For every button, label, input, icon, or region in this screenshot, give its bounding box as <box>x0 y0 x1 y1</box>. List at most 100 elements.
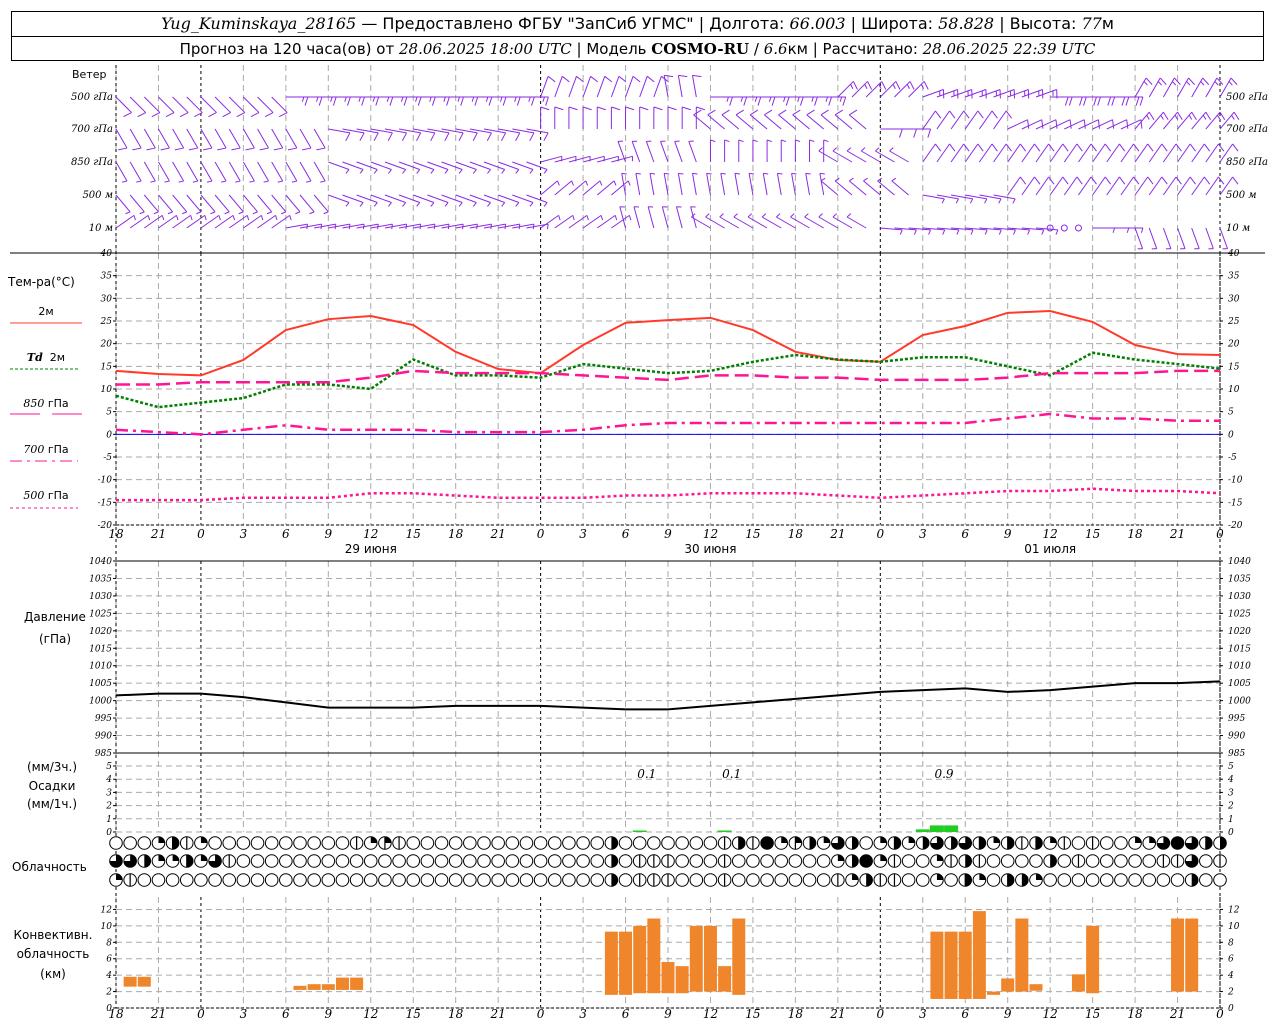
cloud-cover-icon <box>1156 854 1171 868</box>
wind-barb-staff <box>1148 227 1158 249</box>
wind-barb-staff <box>688 141 697 163</box>
wind-barb-staff <box>143 128 156 149</box>
wind-barb <box>922 143 942 163</box>
wind-barb-feather <box>400 96 404 102</box>
wind-barb-feather <box>818 213 823 218</box>
cloud-circle <box>774 873 789 887</box>
wind-barb-feather <box>281 211 287 215</box>
wind-barb-staff <box>172 214 191 229</box>
wind-barb-feather <box>1055 229 1059 235</box>
cloud-cover-icon <box>349 854 364 868</box>
wind-barb <box>143 96 161 118</box>
cloud-cover-icon <box>236 873 251 887</box>
wind-barb-feather <box>891 177 897 182</box>
convective-bar <box>350 977 364 990</box>
cloud-cover-icon <box>420 873 435 887</box>
wind-barb-feather <box>1139 96 1144 106</box>
legend-2m-label: 2м <box>38 305 54 318</box>
time-label-bottom: 6 <box>622 1007 630 1021</box>
wind-barb-feather <box>1062 176 1069 185</box>
wind-barb-feather <box>1200 81 1205 86</box>
wind-barb-feather <box>571 180 574 186</box>
wind-barb <box>625 106 635 129</box>
precip-sum-label: 0.1 <box>637 767 656 781</box>
wind-barb-feather <box>277 180 283 183</box>
cloud-circle <box>208 836 222 850</box>
cloud-circle <box>137 836 152 850</box>
cloud-cover-icon <box>1029 836 1043 850</box>
wind-barb-feather <box>429 96 432 102</box>
wind-barb <box>681 106 691 129</box>
wind-barb-feather <box>892 84 896 89</box>
wind-barb-feather <box>639 106 649 111</box>
wind-barb-feather <box>693 109 702 116</box>
wind-barb-feather <box>625 106 635 111</box>
cloud-circle <box>1099 873 1114 887</box>
cloud-cover-icon <box>1199 854 1213 868</box>
wind-barb-staff <box>1007 143 1021 163</box>
wind-barb <box>1191 143 1211 163</box>
cloud-cover-icon <box>491 836 505 850</box>
cloud-cover-icon <box>519 873 534 887</box>
cloud-cover-icon <box>703 836 718 850</box>
wind-barb <box>172 96 189 118</box>
wind-barb-staff <box>610 76 620 98</box>
wind-barb <box>1106 143 1126 163</box>
wind-barb-feather <box>754 96 758 102</box>
pressure-tick-right: 1040 <box>1228 557 1251 567</box>
wind-barb <box>950 110 970 130</box>
wind-barb <box>1205 143 1225 163</box>
wind-barb-feather <box>832 147 837 152</box>
convective-bar <box>307 984 321 990</box>
wind-barb-feather <box>1076 143 1083 152</box>
wind-barb <box>313 128 326 151</box>
wind-barb <box>129 96 147 118</box>
wind-barb-feather <box>576 75 584 83</box>
cloud-cover-icon <box>859 836 873 850</box>
wind-barb <box>631 140 641 163</box>
time-label: 15 <box>406 527 421 541</box>
wind-barb-staff <box>735 114 754 130</box>
cloud-circle <box>590 873 605 887</box>
cloud-cover-icon <box>533 836 548 850</box>
cloud-circle <box>618 873 633 887</box>
cloud-cover-icon <box>250 854 265 868</box>
cloud-circle <box>661 836 675 850</box>
cloud-cover-icon <box>958 836 973 850</box>
wind-barb-feather <box>1177 111 1183 121</box>
wind-barb <box>214 96 231 118</box>
wind-barb-feather <box>1027 229 1031 235</box>
temp-tick-left: 25 <box>100 317 113 327</box>
wind-barb <box>186 194 202 215</box>
convective-bar <box>633 925 647 994</box>
wind-barb-feather <box>664 74 674 78</box>
wind-barb-feather <box>1203 176 1211 185</box>
cloud-circle <box>590 854 605 868</box>
cloud-cover-icon <box>915 836 930 850</box>
wind-barb <box>427 128 450 142</box>
cloud-fill <box>1171 836 1184 850</box>
cloud-cover-icon <box>590 836 605 850</box>
time-label: 12 <box>703 527 718 541</box>
cloud-cover-icon <box>873 836 888 850</box>
precip-3h-label: (мм/3ч.) <box>26 760 78 774</box>
wind-barb-feather <box>811 96 814 102</box>
wind-barb-feather <box>1090 143 1097 152</box>
cloud-cover-icon <box>1000 836 1015 850</box>
wind-barb-staff <box>582 214 602 229</box>
wind-barb-feather <box>792 109 801 116</box>
wind-barb-feather <box>799 96 804 106</box>
temp-tick-left: 0 <box>106 430 112 440</box>
wind-barb <box>115 161 128 183</box>
wind-barb-feather <box>927 128 932 138</box>
time-label-bottom: 15 <box>1085 1007 1100 1021</box>
temp-tick-left: 15 <box>101 362 113 372</box>
time-label-bottom: 21 <box>490 1007 506 1021</box>
cloud-circle <box>250 836 265 850</box>
cloud-cover-icon <box>972 854 987 868</box>
precip-bar <box>717 830 732 832</box>
wind-barb-feather <box>1012 198 1016 204</box>
wind-barb-feather <box>133 215 136 221</box>
cloud-circle <box>321 854 336 868</box>
wind-barb-feather <box>934 110 942 119</box>
